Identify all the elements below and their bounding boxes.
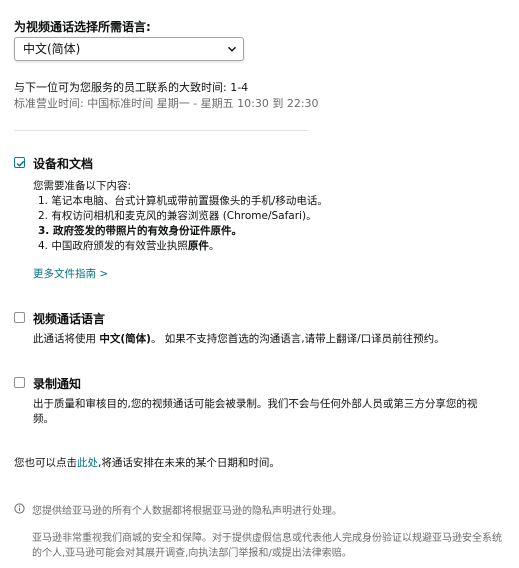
section-divider (14, 130, 308, 131)
wait-time-value: 1-4 (230, 81, 249, 94)
list-item: 4. 中国政府颁发的有效营业执照原件。 (38, 240, 220, 252)
language-select-label: 为视频通话选择所需语言: (14, 20, 151, 34)
recording-text: 出于质量和审核目的,您的视频通话可能会被录制。我们不会与任何外部人员或第三方分享… (33, 398, 478, 425)
call-language-text: 此通话将使用 中文(简体)。 如果不支持您首选的沟通语言,请带上翻译/口译员前往… (33, 333, 445, 345)
documents-intro: 您需要准备以下内容: (33, 180, 132, 192)
documents-title: 设备和文档 (33, 157, 94, 171)
checkmark-icon (16, 160, 25, 167)
business-hours-text: 标准营业时间: 中国标准时间 星期一 - 星期五 10:30 到 22:30 (14, 97, 319, 110)
video-call-setup-page: 为视频通话选择所需语言: 中文(简体) 与下一位可为您服务的员工联系的大致时间:… (0, 0, 519, 568)
privacy-notice: 您提供给亚马逊的所有个人数据都将根据亚马逊的隐私声明进行处理。 (32, 506, 342, 517)
info-icon (14, 503, 25, 514)
wait-time-text: 与下一位可为您服务的员工联系的大致时间: 1-4 (14, 79, 248, 95)
wait-time-label: 与下一位可为您服务的员工联系的大致时间: (14, 81, 227, 94)
more-document-guide-link[interactable]: 更多文件指南 > (33, 266, 108, 281)
documents-checkbox[interactable] (14, 157, 25, 168)
list-item: 1. 笔记本电脑、台式计算机或带前置摄像头的手机/移动电话。 (38, 195, 328, 207)
recording-title: 录制通知 (33, 377, 82, 391)
chevron-down-icon (227, 38, 237, 60)
documents-list: 1. 笔记本电脑、台式计算机或带前置摄像头的手机/移动电话。 2. 有权访问相机… (38, 194, 328, 254)
language-dropdown-value: 中文(简体) (23, 42, 81, 56)
call-language-checkbox[interactable] (14, 312, 25, 323)
language-dropdown[interactable]: 中文(简体) (14, 37, 244, 61)
list-item: 2. 有权访问相机和麦克风的兼容浏览器 (Chrome/Safari)。 (38, 210, 317, 222)
security-notice: 亚马逊非常重视我们商城的安全和保障。对于提供虚假信息或代表他人完成身份验证以规避… (32, 533, 502, 559)
recording-checkbox[interactable] (14, 377, 25, 388)
call-language-title: 视频通话语言 (33, 312, 106, 326)
schedule-later-text: 您也可以点击此处,将通话安排在未来的某个日期和时间。 (14, 457, 280, 469)
schedule-here-link[interactable]: 此处 (77, 457, 98, 469)
list-item: 3. 政府签发的带照片的有效身份证件原件。 (38, 225, 242, 237)
